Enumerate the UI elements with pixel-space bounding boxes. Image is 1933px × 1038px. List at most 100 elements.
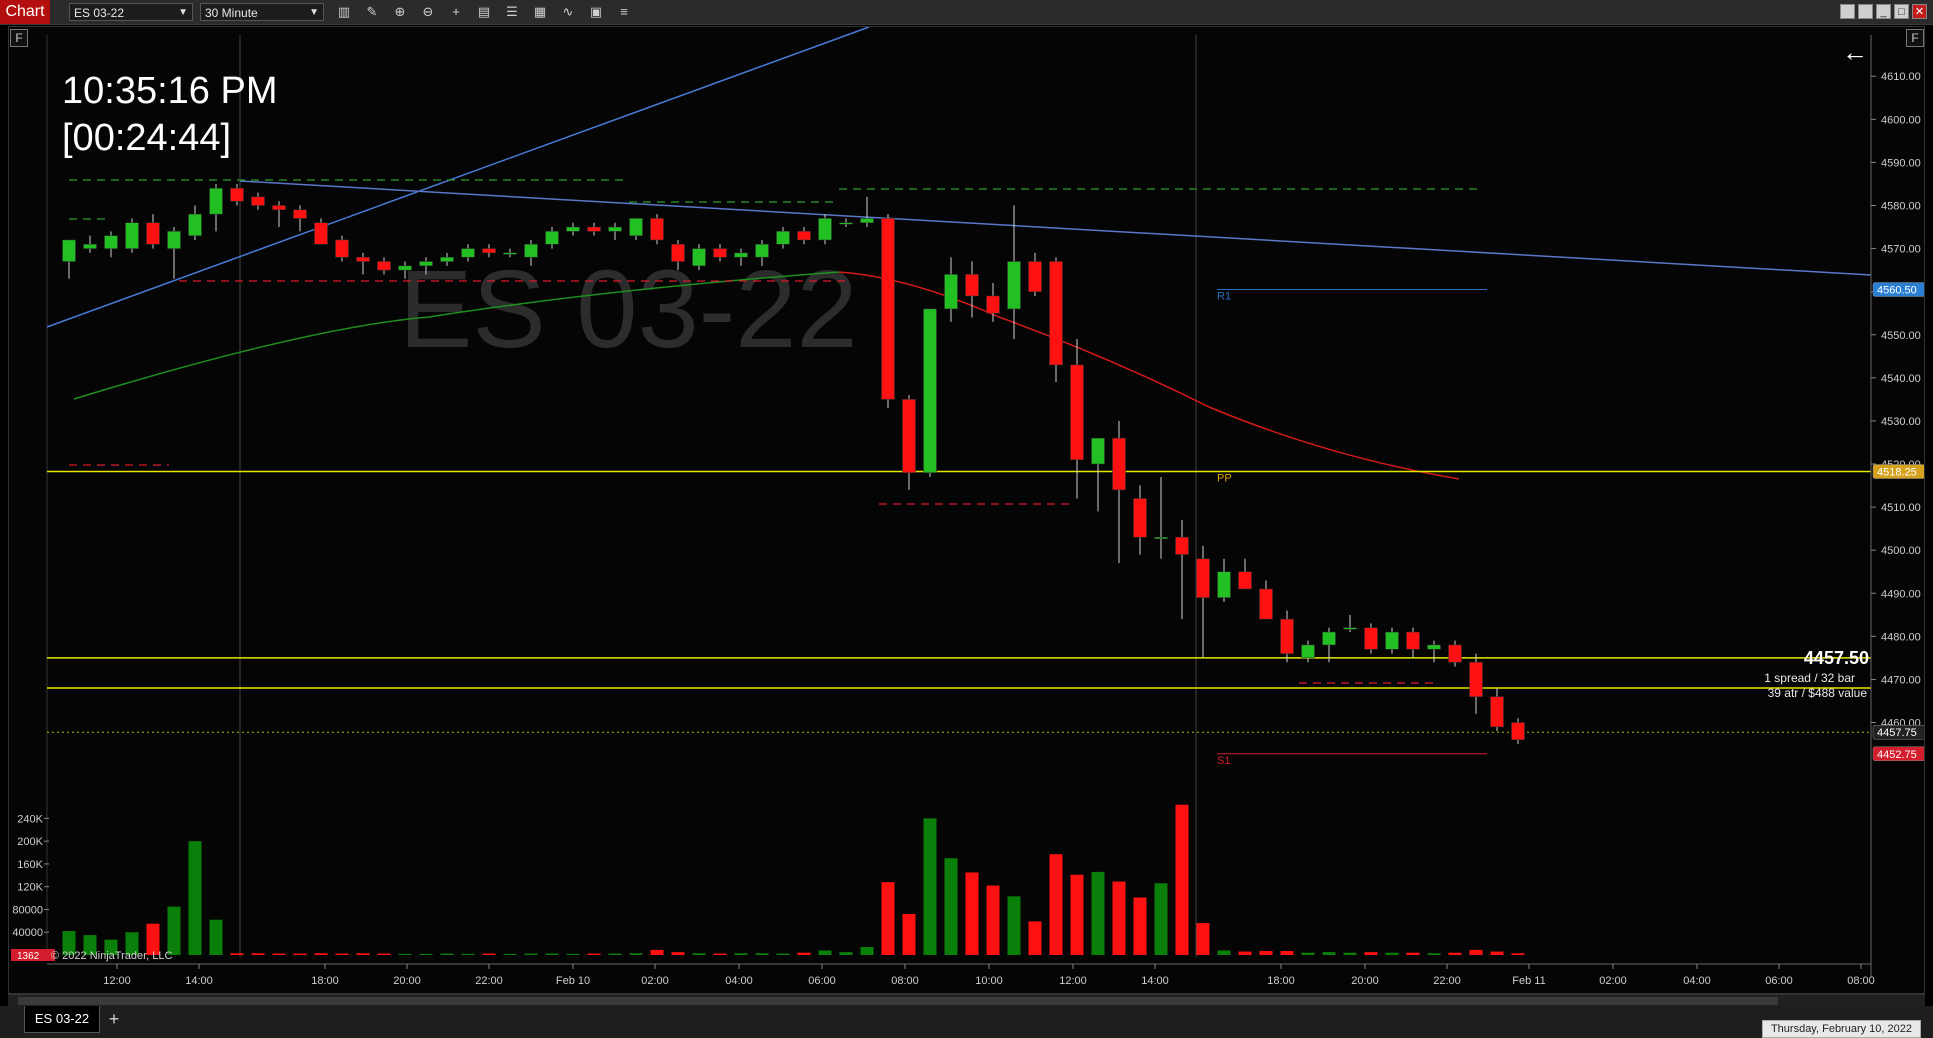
volume-bar <box>1049 854 1063 955</box>
candle-body <box>1049 261 1063 366</box>
candle-body <box>776 231 790 245</box>
time-tick-label: Feb 11 <box>1512 975 1545 987</box>
interval-selector[interactable]: 30 Minute ▼ <box>200 3 324 21</box>
right-toggle-button[interactable]: F <box>1906 29 1924 47</box>
list-icon[interactable]: ≡ <box>614 3 634 21</box>
restore-icon[interactable] <box>1858 4 1873 19</box>
draw-icon[interactable]: ✎ <box>362 3 382 21</box>
instrument-selector[interactable]: ES 03-22 ▼ <box>69 3 193 21</box>
time-tick-label: 14:00 <box>185 975 213 987</box>
candle-body <box>923 308 937 473</box>
candle-body <box>503 252 517 255</box>
tab-es-03-22[interactable]: ES 03-22 <box>24 1006 100 1033</box>
close-button[interactable]: ✕ <box>1912 4 1927 19</box>
volume-bar <box>503 953 517 955</box>
volume-bar <box>545 953 559 955</box>
candle-body <box>461 248 475 258</box>
price-tick-label: 4610.00 <box>1881 71 1921 83</box>
add-tab-button[interactable]: + <box>104 1009 124 1029</box>
indicator-icon[interactable]: ∿ <box>558 3 578 21</box>
volume-bar <box>1091 871 1105 955</box>
candle-body <box>1490 696 1504 728</box>
candle-body <box>83 244 97 249</box>
pivot-r1-label: R1 <box>1217 291 1231 303</box>
properties-icon[interactable]: ☰ <box>502 3 522 21</box>
candle-body <box>755 244 769 258</box>
chevron-down-icon: ▼ <box>309 7 319 18</box>
volume-tick-label: 160K <box>17 859 43 871</box>
volume-bar <box>1343 952 1357 955</box>
pivot-pp-label: PP <box>1217 473 1232 485</box>
candle-body <box>125 222 139 249</box>
zoom-in-icon[interactable]: ⊕ <box>390 3 410 21</box>
volume-bar <box>902 914 916 955</box>
time-tick-label: 06:00 <box>808 975 836 987</box>
minimize-button[interactable]: _ <box>1876 4 1891 19</box>
candle-body <box>1028 261 1042 292</box>
price-tick-label: 4490.00 <box>1881 588 1921 600</box>
title-bar: Chart ES 03-22 ▼ 30 Minute ▼ ▥ ✎ ⊕ ⊖ + ▤… <box>0 0 1933 25</box>
volume-bar <box>1469 949 1483 955</box>
back-arrow-icon[interactable]: ← <box>1842 37 1868 68</box>
volume-bar <box>188 841 202 955</box>
volume-bar <box>1238 951 1252 955</box>
candle-body <box>1469 661 1483 697</box>
volume-bar <box>230 953 244 955</box>
template-icon[interactable]: ▤ <box>474 3 494 21</box>
volume-bar <box>566 953 580 955</box>
strategy-icon[interactable]: ▦ <box>530 3 550 21</box>
volume-bar <box>944 858 958 955</box>
time-tick-label: 22:00 <box>1433 975 1461 987</box>
scrollbar-thumb[interactable] <box>18 997 1778 1005</box>
volume-bar <box>1385 952 1399 955</box>
candle-body <box>1322 631 1336 646</box>
candle-body <box>1070 364 1084 460</box>
calculator-icon[interactable]: ▣ <box>586 3 606 21</box>
candle-body <box>1091 437 1105 465</box>
candle-body <box>1406 631 1420 650</box>
volume-bar <box>629 953 643 955</box>
candle-body <box>146 222 160 245</box>
candle-body <box>1385 631 1399 650</box>
volume-bar <box>797 952 811 955</box>
maximize-button[interactable]: □ <box>1894 4 1909 19</box>
volume-bar <box>377 953 391 955</box>
price-tick-label: 4510.00 <box>1881 502 1921 514</box>
time-tick-label: 02:00 <box>1599 975 1627 987</box>
time-tick-label: 12:00 <box>103 975 131 987</box>
candle-body <box>965 274 979 297</box>
tile-icon[interactable] <box>1840 4 1855 19</box>
volume-bar <box>1112 881 1126 955</box>
candle-body <box>650 218 664 241</box>
volume-bar <box>860 947 874 955</box>
candle-body <box>1364 627 1378 650</box>
volume-bar <box>1406 952 1420 955</box>
time-tick-label: 04:00 <box>725 975 753 987</box>
candle-body <box>251 196 265 206</box>
zoom-out-icon[interactable]: ⊖ <box>418 3 438 21</box>
volume-bar <box>1427 953 1441 955</box>
candle-body <box>1280 618 1294 654</box>
volume-bar <box>1364 952 1378 955</box>
bar-type-icon[interactable]: ▥ <box>334 3 354 21</box>
candle-body <box>1511 722 1525 741</box>
candle-body <box>440 256 454 262</box>
candle-body <box>881 218 895 400</box>
volume-bar <box>524 953 538 955</box>
volume-bar <box>1007 896 1021 955</box>
candle-body <box>986 295 1000 314</box>
level-note: 39 atr / $488 value <box>1768 686 1868 700</box>
crosshair-icon[interactable]: + <box>446 3 466 21</box>
volume-tick-label: 80000 <box>12 904 43 916</box>
volume-bar <box>167 906 181 955</box>
price-chart[interactable]: ES 03-22 R1 PP S1 4610.00 4600.00 4590.00 4580.… <box>9 27 1924 993</box>
chart-panel[interactable]: ES 03-22 R1 PP S1 4610.00 4600.00 4590.00 4580.… <box>8 26 1925 994</box>
candle-body <box>1301 644 1315 659</box>
candle-body <box>818 218 832 241</box>
candle-body <box>167 231 181 249</box>
left-toggle-button[interactable]: F <box>10 29 28 47</box>
time-tick-label: 10:00 <box>975 975 1003 987</box>
price-tick-label: 4580.00 <box>1881 200 1921 212</box>
time-tick-label: 14:00 <box>1141 975 1169 987</box>
candle-body <box>230 188 244 202</box>
